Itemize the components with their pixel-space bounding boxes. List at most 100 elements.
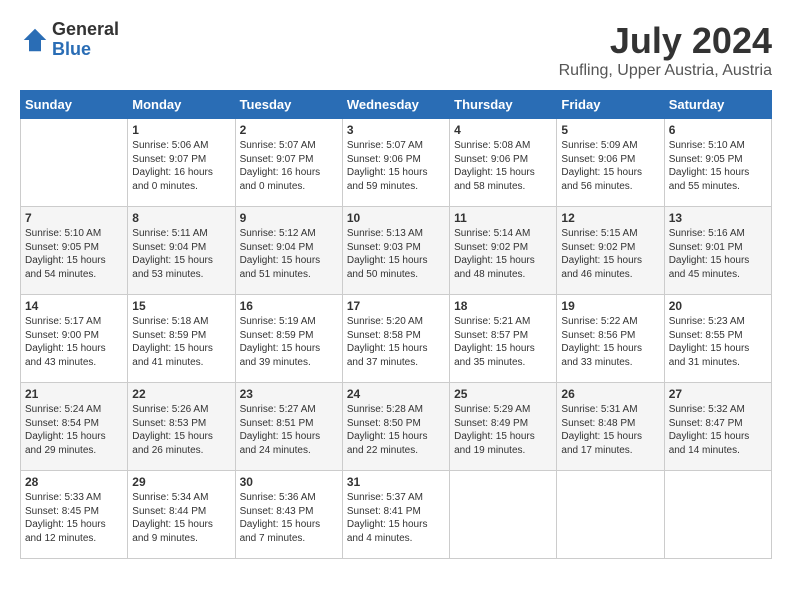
cell-info: Sunrise: 5:06 AMSunset: 9:07 PMDaylight:… bbox=[132, 140, 213, 192]
day-number: 7 bbox=[25, 211, 123, 225]
calendar-cell bbox=[450, 471, 557, 559]
cell-info: Sunrise: 5:15 AMSunset: 9:02 PMDaylight:… bbox=[561, 228, 642, 280]
calendar-cell: 26 Sunrise: 5:31 AMSunset: 8:48 PMDayligh… bbox=[557, 383, 664, 471]
day-number: 27 bbox=[669, 387, 767, 401]
calendar-cell bbox=[21, 119, 128, 207]
day-number: 14 bbox=[25, 299, 123, 313]
logo: General Blue bbox=[20, 20, 119, 60]
cell-info: Sunrise: 5:21 AMSunset: 8:57 PMDaylight:… bbox=[454, 316, 535, 368]
cell-info: Sunrise: 5:14 AMSunset: 9:02 PMDaylight:… bbox=[454, 228, 535, 280]
calendar-cell: 17 Sunrise: 5:20 AMSunset: 8:58 PMDayligh… bbox=[342, 295, 449, 383]
calendar-cell: 31 Sunrise: 5:37 AMSunset: 8:41 PMDayligh… bbox=[342, 471, 449, 559]
calendar-cell: 8Sunrise: 5:11 AMSunset: 9:04 PMDaylight… bbox=[128, 207, 235, 295]
col-saturday: Saturday bbox=[664, 91, 771, 119]
col-monday: Monday bbox=[128, 91, 235, 119]
cell-info: Sunrise: 5:28 AMSunset: 8:50 PMDaylight:… bbox=[347, 404, 428, 456]
calendar-cell: 13 Sunrise: 5:16 AMSunset: 9:01 PMDayligh… bbox=[664, 207, 771, 295]
calendar-cell: 11 Sunrise: 5:14 AMSunset: 9:02 PMDayligh… bbox=[450, 207, 557, 295]
calendar-body: 1 Sunrise: 5:06 AMSunset: 9:07 PMDaylight… bbox=[21, 119, 772, 559]
calendar-cell: 22Sunrise: 5:26 AMSunset: 8:53 PMDayligh… bbox=[128, 383, 235, 471]
day-number: 23 bbox=[240, 387, 338, 401]
day-number: 10 bbox=[347, 211, 445, 225]
day-number: 28 bbox=[25, 475, 123, 489]
col-wednesday: Wednesday bbox=[342, 91, 449, 119]
cell-info: Sunrise: 5:26 AMSunset: 8:53 PMDaylight:… bbox=[132, 404, 213, 456]
calendar-cell: 1 Sunrise: 5:06 AMSunset: 9:07 PMDaylight… bbox=[128, 119, 235, 207]
day-number: 16 bbox=[240, 299, 338, 313]
cell-info: Sunrise: 5:34 AMSunset: 8:44 PMDaylight:… bbox=[132, 492, 213, 544]
calendar-cell: 4Sunrise: 5:08 AMSunset: 9:06 PMDaylight… bbox=[450, 119, 557, 207]
day-number: 4 bbox=[454, 123, 552, 137]
day-number: 6 bbox=[669, 123, 767, 137]
cell-info: Sunrise: 5:24 AMSunset: 8:54 PMDaylight:… bbox=[25, 404, 106, 456]
calendar-week-3: 14 Sunrise: 5:17 AMSunset: 9:00 PMDayligh… bbox=[21, 295, 772, 383]
day-number: 11 bbox=[454, 211, 552, 225]
calendar-cell: 25Sunrise: 5:29 AMSunset: 8:49 PMDayligh… bbox=[450, 383, 557, 471]
calendar-cell: 27Sunrise: 5:32 AMSunset: 8:47 PMDayligh… bbox=[664, 383, 771, 471]
cell-info: Sunrise: 5:27 AMSunset: 8:51 PMDaylight:… bbox=[240, 404, 321, 456]
day-number: 31 bbox=[347, 475, 445, 489]
day-number: 13 bbox=[669, 211, 767, 225]
calendar-header: Sunday Monday Tuesday Wednesday Thursday… bbox=[21, 91, 772, 119]
day-number: 5 bbox=[561, 123, 659, 137]
calendar-week-1: 1 Sunrise: 5:06 AMSunset: 9:07 PMDaylight… bbox=[21, 119, 772, 207]
cell-info: Sunrise: 5:17 AMSunset: 9:00 PMDaylight:… bbox=[25, 316, 106, 368]
calendar-cell: 12Sunrise: 5:15 AMSunset: 9:02 PMDayligh… bbox=[557, 207, 664, 295]
day-number: 24 bbox=[347, 387, 445, 401]
day-number: 15 bbox=[132, 299, 230, 313]
calendar-week-4: 21Sunrise: 5:24 AMSunset: 8:54 PMDayligh… bbox=[21, 383, 772, 471]
calendar-cell: 28Sunrise: 5:33 AMSunset: 8:45 PMDayligh… bbox=[21, 471, 128, 559]
cell-info: Sunrise: 5:22 AMSunset: 8:56 PMDaylight:… bbox=[561, 316, 642, 368]
cell-info: Sunrise: 5:10 AMSunset: 9:05 PMDaylight:… bbox=[25, 228, 106, 280]
calendar-cell bbox=[664, 471, 771, 559]
cell-info: Sunrise: 5:10 AMSunset: 9:05 PMDaylight:… bbox=[669, 140, 750, 192]
calendar-cell: 20Sunrise: 5:23 AMSunset: 8:55 PMDayligh… bbox=[664, 295, 771, 383]
cell-info: Sunrise: 5:18 AMSunset: 8:59 PMDaylight:… bbox=[132, 316, 213, 368]
cell-info: Sunrise: 5:16 AMSunset: 9:01 PMDaylight:… bbox=[669, 228, 750, 280]
cell-info: Sunrise: 5:07 AMSunset: 9:07 PMDaylight:… bbox=[240, 140, 321, 192]
logo-general: General bbox=[52, 20, 119, 40]
day-number: 18 bbox=[454, 299, 552, 313]
calendar-week-5: 28Sunrise: 5:33 AMSunset: 8:45 PMDayligh… bbox=[21, 471, 772, 559]
calendar-cell: 7 Sunrise: 5:10 AMSunset: 9:05 PMDaylight… bbox=[21, 207, 128, 295]
calendar-week-2: 7 Sunrise: 5:10 AMSunset: 9:05 PMDaylight… bbox=[21, 207, 772, 295]
calendar-cell: 21Sunrise: 5:24 AMSunset: 8:54 PMDayligh… bbox=[21, 383, 128, 471]
calendar-cell: 10 Sunrise: 5:13 AMSunset: 9:03 PMDayligh… bbox=[342, 207, 449, 295]
day-number: 1 bbox=[132, 123, 230, 137]
cell-info: Sunrise: 5:36 AMSunset: 8:43 PMDaylight:… bbox=[240, 492, 321, 544]
day-number: 17 bbox=[347, 299, 445, 313]
day-number: 8 bbox=[132, 211, 230, 225]
header-row: Sunday Monday Tuesday Wednesday Thursday… bbox=[21, 91, 772, 119]
calendar-cell: 9Sunrise: 5:12 AMSunset: 9:04 PMDaylight… bbox=[235, 207, 342, 295]
calendar-cell: 18 Sunrise: 5:21 AMSunset: 8:57 PMDayligh… bbox=[450, 295, 557, 383]
col-friday: Friday bbox=[557, 91, 664, 119]
cell-info: Sunrise: 5:31 AMSunset: 8:48 PMDaylight:… bbox=[561, 404, 642, 456]
col-tuesday: Tuesday bbox=[235, 91, 342, 119]
day-number: 2 bbox=[240, 123, 338, 137]
month-year-title: July 2024 bbox=[559, 20, 772, 62]
cell-info: Sunrise: 5:37 AMSunset: 8:41 PMDaylight:… bbox=[347, 492, 428, 544]
day-number: 19 bbox=[561, 299, 659, 313]
calendar-cell: 23 Sunrise: 5:27 AMSunset: 8:51 PMDayligh… bbox=[235, 383, 342, 471]
cell-info: Sunrise: 5:13 AMSunset: 9:03 PMDaylight:… bbox=[347, 228, 428, 280]
col-sunday: Sunday bbox=[21, 91, 128, 119]
calendar-cell: 14 Sunrise: 5:17 AMSunset: 9:00 PMDayligh… bbox=[21, 295, 128, 383]
day-number: 3 bbox=[347, 123, 445, 137]
calendar-cell: 6 Sunrise: 5:10 AMSunset: 9:05 PMDaylight… bbox=[664, 119, 771, 207]
page-header: General Blue July 2024 Rufling, Upper Au… bbox=[20, 20, 772, 80]
cell-info: Sunrise: 5:12 AMSunset: 9:04 PMDaylight:… bbox=[240, 228, 321, 280]
calendar-cell: 24 Sunrise: 5:28 AMSunset: 8:50 PMDayligh… bbox=[342, 383, 449, 471]
calendar-cell: 16Sunrise: 5:19 AMSunset: 8:59 PMDayligh… bbox=[235, 295, 342, 383]
logo-text: General Blue bbox=[52, 20, 119, 60]
day-number: 25 bbox=[454, 387, 552, 401]
calendar-cell: 15 Sunrise: 5:18 AMSunset: 8:59 PMDayligh… bbox=[128, 295, 235, 383]
calendar-cell: 2 Sunrise: 5:07 AMSunset: 9:07 PMDaylight… bbox=[235, 119, 342, 207]
col-thursday: Thursday bbox=[450, 91, 557, 119]
cell-info: Sunrise: 5:07 AMSunset: 9:06 PMDaylight:… bbox=[347, 140, 428, 192]
calendar-cell: 29 Sunrise: 5:34 AMSunset: 8:44 PMDayligh… bbox=[128, 471, 235, 559]
day-number: 26 bbox=[561, 387, 659, 401]
day-number: 29 bbox=[132, 475, 230, 489]
calendar-table: Sunday Monday Tuesday Wednesday Thursday… bbox=[20, 90, 772, 559]
cell-info: Sunrise: 5:20 AMSunset: 8:58 PMDaylight:… bbox=[347, 316, 428, 368]
cell-info: Sunrise: 5:09 AMSunset: 9:06 PMDaylight:… bbox=[561, 140, 642, 192]
